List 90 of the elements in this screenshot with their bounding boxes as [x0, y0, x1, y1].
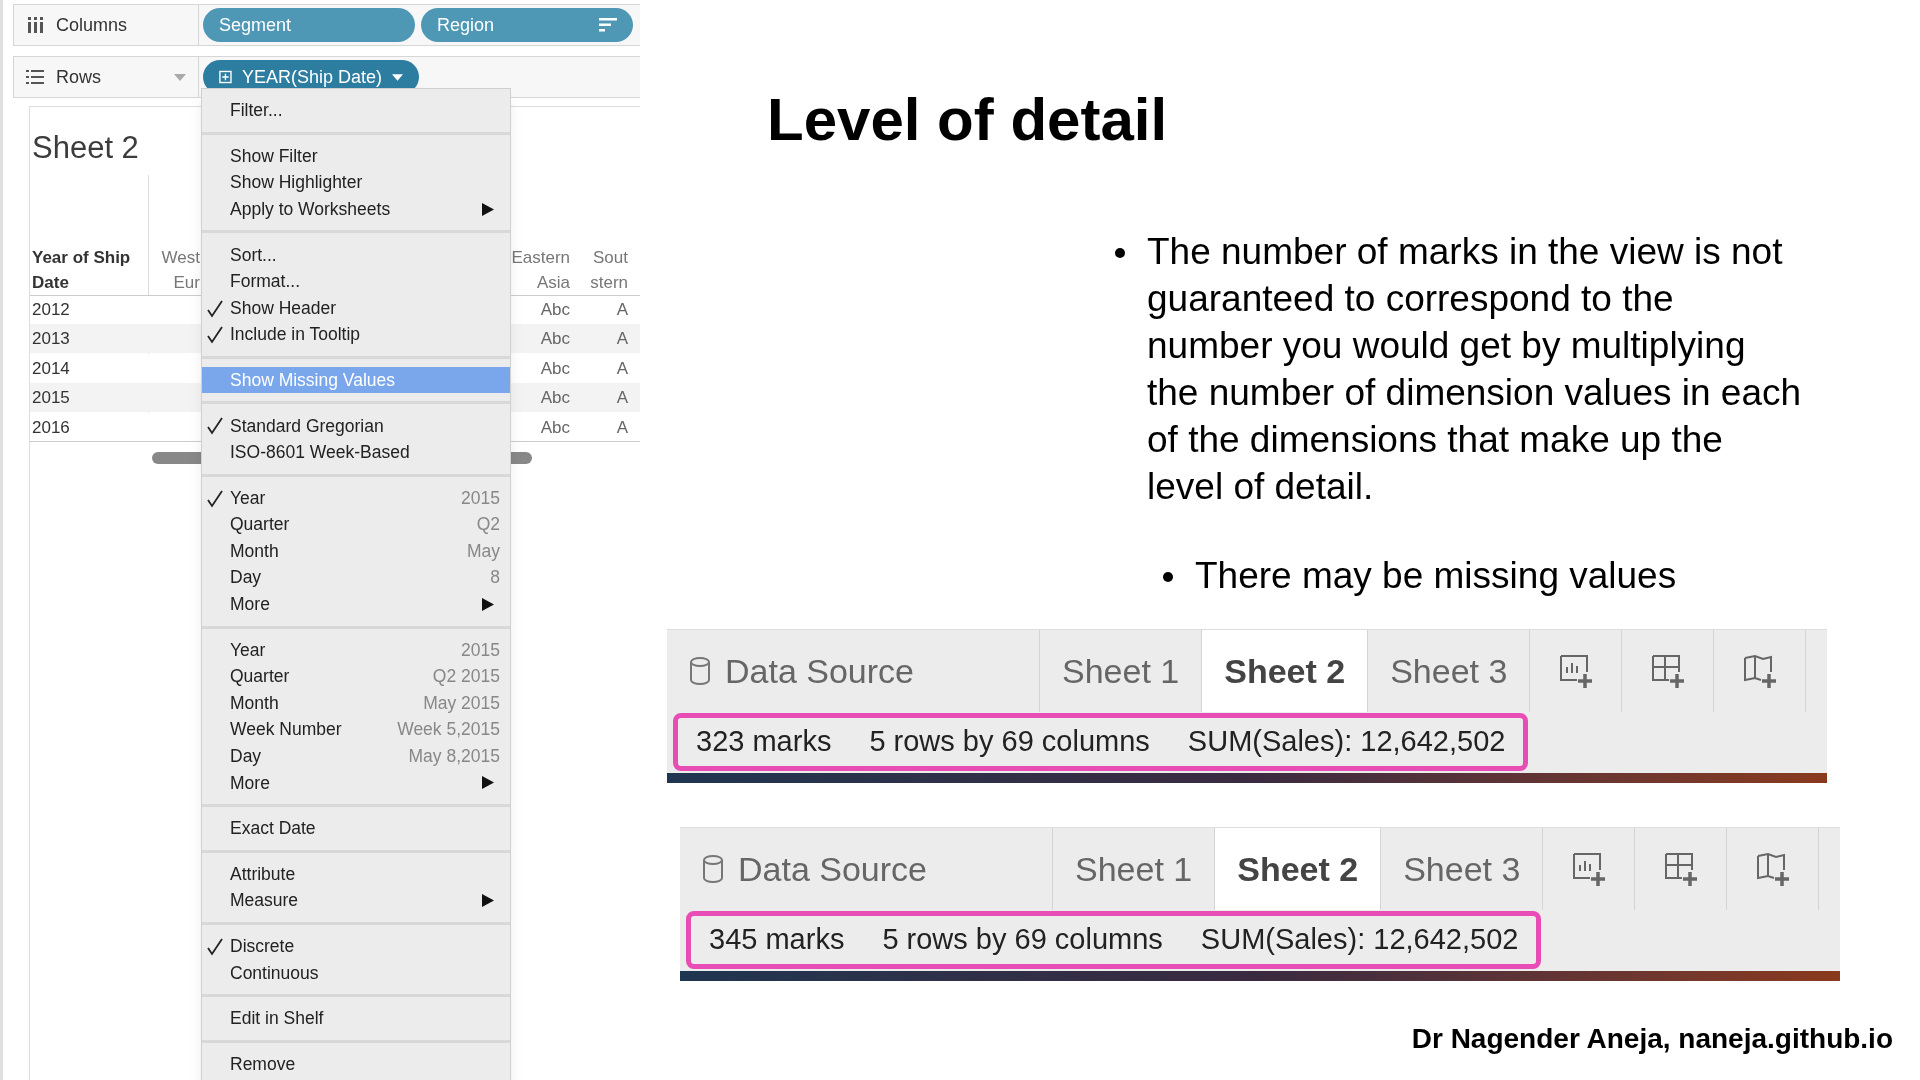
sheet-tab[interactable]: Sheet 2 [1215, 828, 1382, 910]
database-icon [689, 657, 711, 685]
submenu-arrow-icon [482, 597, 494, 611]
status-text: 5 rows by 69 columns [869, 724, 1150, 760]
menu-item[interactable]: Week Number Week 5,2015 [202, 716, 510, 743]
menu-item[interactable]: Apply to Worksheets [202, 195, 510, 223]
menu-item[interactable]: Year 2015 [202, 636, 510, 664]
menu-item[interactable]: Quarter Q2 2015 [202, 663, 510, 690]
table-cell-text: Abc [539, 387, 570, 410]
column-header: Sout stern [589, 247, 628, 294]
submenu-arrow-icon [482, 894, 494, 908]
table-cell-text: A [615, 416, 628, 439]
column-header: Year of Ship Date [32, 247, 132, 294]
table-cell-text: A [615, 328, 628, 351]
bullet-icon [1115, 248, 1125, 258]
menu-item[interactable]: Show Header [202, 294, 510, 322]
footer-text: Dr Nagender Aneja, naneja.github.io [1411, 1022, 1893, 1056]
status-text: SUM(Sales): 12,642,502 [1187, 724, 1506, 760]
menu-item[interactable]: Month May 2015 [202, 689, 510, 717]
menu-item[interactable]: Month May [202, 537, 510, 565]
caret-icon [391, 73, 403, 81]
menu-item[interactable]: Year 2015 [202, 484, 510, 512]
table-cell-text: Abc [539, 328, 570, 351]
menu-item[interactable]: Quarter Q2 [202, 511, 510, 538]
table-cell-text: 2015 [32, 387, 71, 410]
shelf-label: Columns [13, 4, 199, 46]
sheet-title: Sheet 2 [32, 129, 139, 167]
sheet-tab[interactable]: Data Source [667, 630, 1040, 712]
new-story-icon [1741, 653, 1778, 689]
expand-icon [219, 70, 232, 84]
table-cell-text: A [615, 387, 628, 410]
menu-item[interactable]: Measure [202, 887, 510, 914]
check-icon [207, 326, 223, 345]
sheet-tab[interactable]: Sheet 2 [1202, 630, 1369, 712]
new-worksheet-icon [1570, 851, 1607, 887]
table-cell-text: Abc [539, 416, 570, 439]
menu-item[interactable]: Show Highlighter [202, 169, 510, 196]
shelf-label: Rows [13, 56, 199, 98]
menu-item[interactable]: Exact Date [202, 815, 510, 842]
menu-item[interactable]: More [202, 590, 510, 618]
submenu-arrow-icon [482, 202, 494, 216]
menu-item[interactable]: Filter... [202, 97, 510, 124]
menu-item[interactable]: ISO-8601 Week-Based [202, 438, 510, 466]
table-cell-text: 2016 [32, 416, 71, 439]
column-header: West Eur [160, 247, 200, 294]
sort-icon [599, 18, 617, 32]
new-worksheet-icon [1557, 653, 1594, 689]
table-cell-text: 2014 [32, 357, 71, 380]
rows-icon [26, 69, 44, 85]
check-icon [207, 937, 223, 956]
table-cell-text: A [615, 299, 628, 321]
column-header: Eastern Asia [510, 247, 570, 294]
menu-item[interactable]: Continuous [202, 959, 510, 987]
menu-item[interactable]: Edit in Shelf [202, 1005, 510, 1032]
status-text: 345 marks [709, 922, 845, 958]
sheet-tab[interactable]: Sheet 3 [1381, 828, 1544, 910]
columns-icon [26, 16, 44, 34]
submenu-arrow-icon [482, 776, 494, 790]
check-icon [207, 417, 223, 436]
menu-item[interactable]: Standard Gregorian [202, 412, 510, 439]
bullet-text: There may be missing values [1195, 554, 1677, 598]
bullet-text: The number of marks in the view is not guaranteed to correspond to the number you would get by multiplying the number of dimension values in each of the dimensions that make up the level of detail. [1147, 230, 1803, 509]
menu-item[interactable]: Remove [202, 1050, 510, 1078]
bullet-icon [1163, 572, 1173, 582]
menu-item[interactable]: More [202, 769, 510, 797]
menu-item[interactable]: Show Filter [202, 142, 510, 170]
menu-item[interactable]: Day 8 [202, 564, 510, 591]
sheet-tab[interactable]: Sheet 3 [1368, 630, 1531, 712]
status-text: SUM(Sales): 12,642,502 [1200, 922, 1519, 958]
new-dashboard-icon [1649, 653, 1686, 689]
table-cell-text: A [615, 357, 628, 380]
table-cell-text: Abc [539, 357, 570, 380]
table-cell-text: Abc [539, 299, 570, 321]
status-text: 5 rows by 69 columns [882, 922, 1163, 958]
database-icon [702, 855, 724, 883]
menu-item[interactable]: Format... [202, 267, 510, 295]
check-icon [207, 489, 223, 508]
slide-title: Level of detail [767, 85, 1169, 155]
menu-item[interactable]: Day May 8,2015 [202, 742, 510, 770]
menu-item[interactable]: Sort... [202, 241, 510, 268]
check-icon [207, 299, 223, 318]
table-cell-text: 2013 [32, 328, 71, 351]
new-dashboard-icon [1662, 851, 1699, 887]
sheet-tab[interactable]: Data Source [680, 828, 1053, 910]
status-text: 323 marks [696, 724, 832, 760]
menu-item[interactable]: Discrete [202, 932, 510, 960]
menu-item[interactable]: Include in Tooltip [202, 321, 510, 348]
new-story-icon [1754, 851, 1791, 887]
table-cell-text: 2012 [32, 299, 71, 321]
menu-item[interactable]: Attribute [202, 860, 510, 888]
